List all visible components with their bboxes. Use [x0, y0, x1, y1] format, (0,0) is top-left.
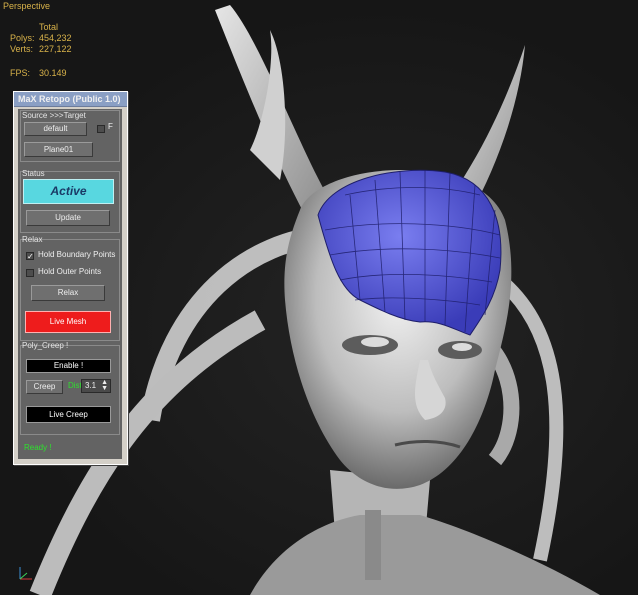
hold-boundary-label: Hold Boundary Points — [38, 250, 116, 259]
source-object-button[interactable]: default — [24, 122, 87, 136]
axis-gizmo-icon — [19, 567, 32, 580]
relax-label: Relax — [22, 235, 43, 244]
update-button[interactable]: Update — [26, 210, 110, 226]
hold-boundary-checkbox[interactable]: ✓ — [26, 252, 34, 261]
dist-label: Dist — [68, 381, 82, 390]
panel-title[interactable]: MaX Retopo (Public 1.0) — [14, 92, 127, 107]
dist-value[interactable]: 3.1 — [85, 381, 96, 390]
polys-value: 454,232 — [39, 33, 72, 43]
target-object-button[interactable]: Plane01 — [24, 142, 93, 157]
live-mesh-button[interactable]: Live Mesh — [25, 311, 111, 333]
viewport-label: Perspective — [3, 1, 51, 11]
fps-value: 30.149 — [39, 68, 67, 78]
live-creep-button[interactable]: Live Creep — [26, 406, 111, 423]
verts-label: Verts: — [10, 44, 34, 54]
verts-value: 227,122 — [39, 44, 72, 54]
source-target-label: Source >>>Target — [22, 111, 86, 120]
hold-outer-checkbox[interactable] — [26, 269, 34, 277]
creep-button[interactable]: Creep — [26, 380, 63, 394]
max-retopo-panel[interactable]: MaX Retopo (Public 1.0) Source >>>Target… — [13, 91, 128, 465]
status-active-indicator: Active — [23, 179, 114, 204]
panel-body: Source >>>Target default F Plane01 Statu… — [18, 109, 122, 459]
status-label: Status — [22, 169, 45, 178]
dist-spinner[interactable]: 3.1 ▲ ▼ — [81, 379, 111, 393]
flag-label: F — [108, 122, 113, 131]
spinner-arrows-icon[interactable]: ▲ ▼ — [101, 379, 108, 392]
enable-button[interactable]: Enable ! — [26, 359, 111, 373]
polys-label: Polys: — [10, 33, 35, 43]
ready-status: Ready ! — [24, 443, 52, 452]
hold-outer-label: Hold Outer Points — [38, 267, 102, 276]
stats-header: Total — [39, 22, 59, 32]
fps-readout: FPS: 30.149 — [10, 68, 67, 78]
poly-creep-label: Poly_Creep ! — [22, 341, 69, 350]
fps-label: FPS: — [10, 68, 31, 78]
viewport-stats: Total Polys: 454,232 Verts: 227,122 — [10, 22, 72, 55]
flag-checkbox[interactable] — [97, 125, 105, 133]
relax-button[interactable]: Relax — [31, 285, 105, 301]
